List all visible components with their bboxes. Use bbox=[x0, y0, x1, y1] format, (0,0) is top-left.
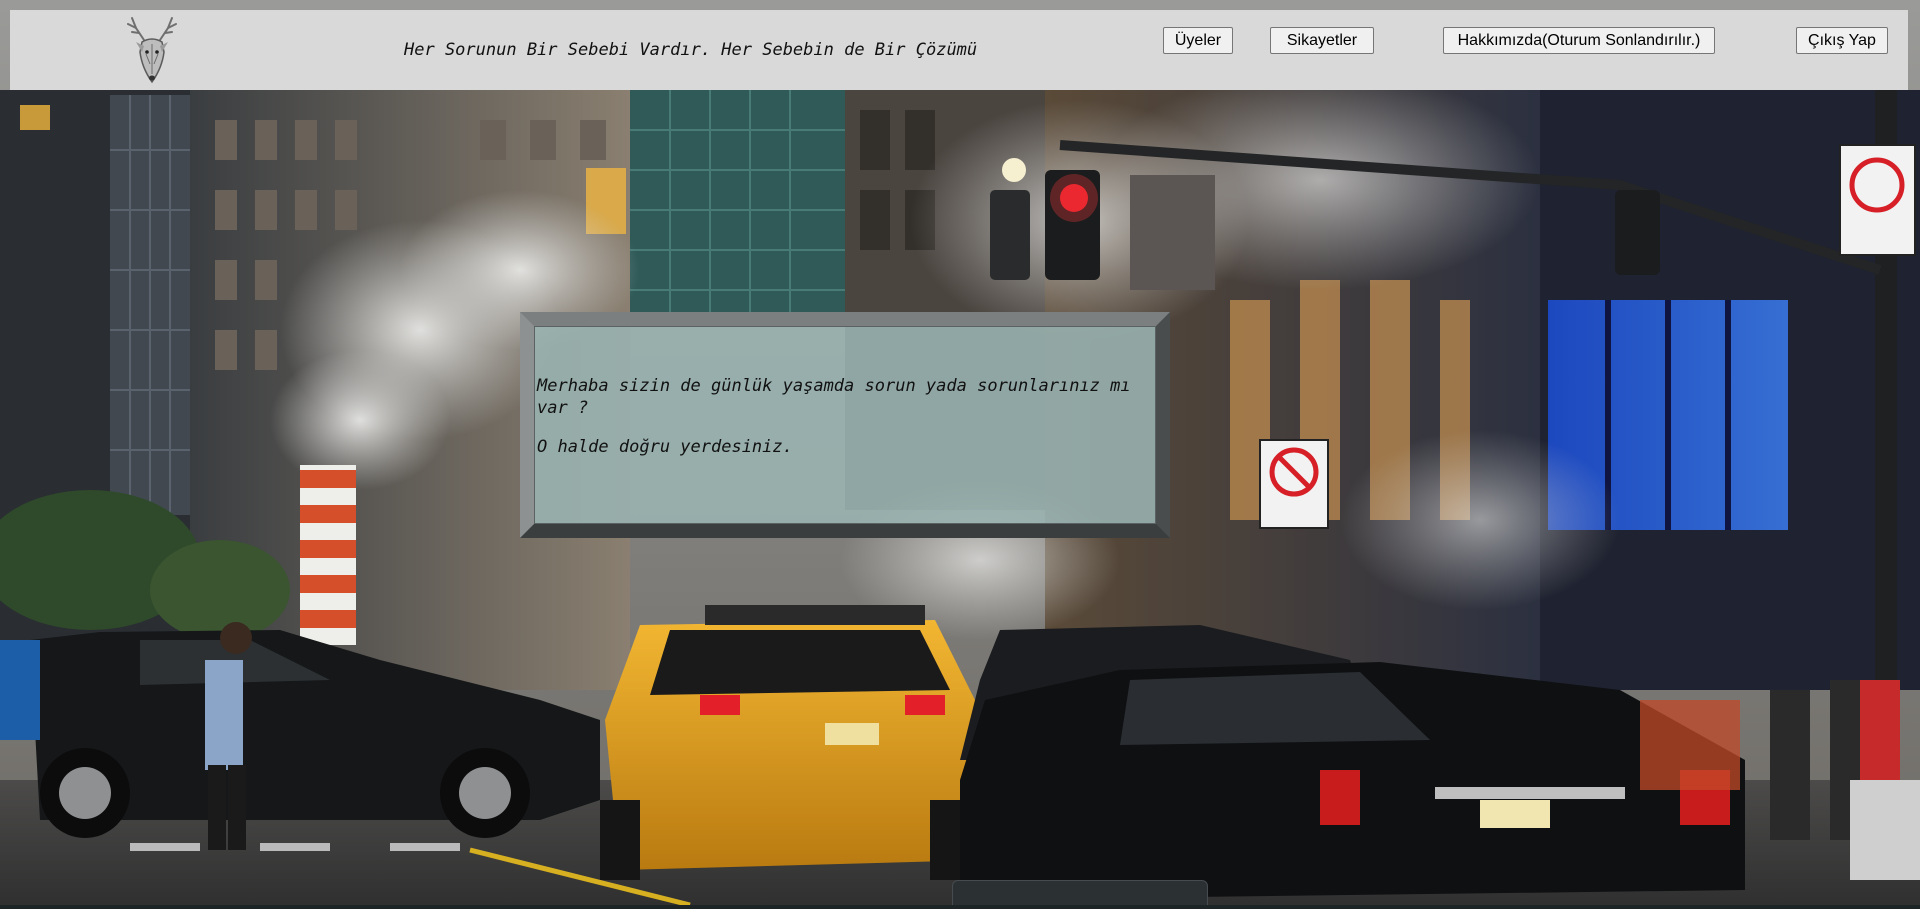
site-tagline: Her Sorunun Bir Sebebi Vardır. Her Sebeb… bbox=[404, 40, 978, 60]
complaints-button[interactable]: Sikayetler bbox=[1270, 27, 1374, 54]
welcome-message-line: O halde doğru yerdesiniz. bbox=[537, 437, 793, 457]
logout-button[interactable]: Çıkış Yap bbox=[1796, 27, 1888, 54]
about-button[interactable]: Hakkımızda(Oturum Sonlandırılır.) bbox=[1443, 27, 1715, 54]
header-bar: Her Sorunun Bir Sebebi Vardır. Her Sebeb… bbox=[10, 10, 1908, 90]
bottom-divider bbox=[0, 905, 1920, 909]
welcome-message-frame: Merhaba sizin de günlük yaşamda sorun ya… bbox=[520, 312, 1170, 538]
welcome-message-panel: Merhaba sizin de günlük yaşamda sorun ya… bbox=[534, 326, 1156, 524]
deer-head-icon[interactable] bbox=[122, 14, 182, 86]
members-button[interactable]: Üyeler bbox=[1163, 27, 1233, 54]
welcome-message-line: Merhaba sizin de günlük yaşamda sorun ya… bbox=[537, 376, 1131, 418]
page: Her Sorunun Bir Sebebi Vardır. Her Sebeb… bbox=[0, 0, 1920, 909]
